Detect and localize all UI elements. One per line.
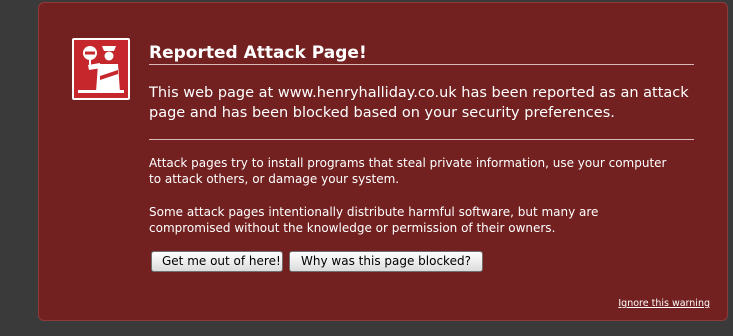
why-blocked-button[interactable]: Why was this page blocked? <box>289 251 483 272</box>
warning-title: Reported Attack Page! <box>149 43 367 63</box>
get-me-out-button[interactable]: Get me out of here! <box>151 251 283 272</box>
police-officer-stop-icon <box>72 38 130 100</box>
title-divider <box>149 64 694 65</box>
browser-page: Reported Attack Page! This web page at w… <box>0 0 733 336</box>
compromised-info-paragraph: Some attack pages intentionally distribu… <box>149 205 599 235</box>
attack-info-paragraph: Attack pages try to install programs tha… <box>149 156 667 186</box>
warning-lead-text: This web page at www.henryhalliday.co.uk… <box>149 85 689 121</box>
lead-divider <box>149 139 694 140</box>
attack-warning-panel: Reported Attack Page! This web page at w… <box>38 2 728 321</box>
ignore-warning-link[interactable]: Ignore this warning <box>618 298 710 309</box>
